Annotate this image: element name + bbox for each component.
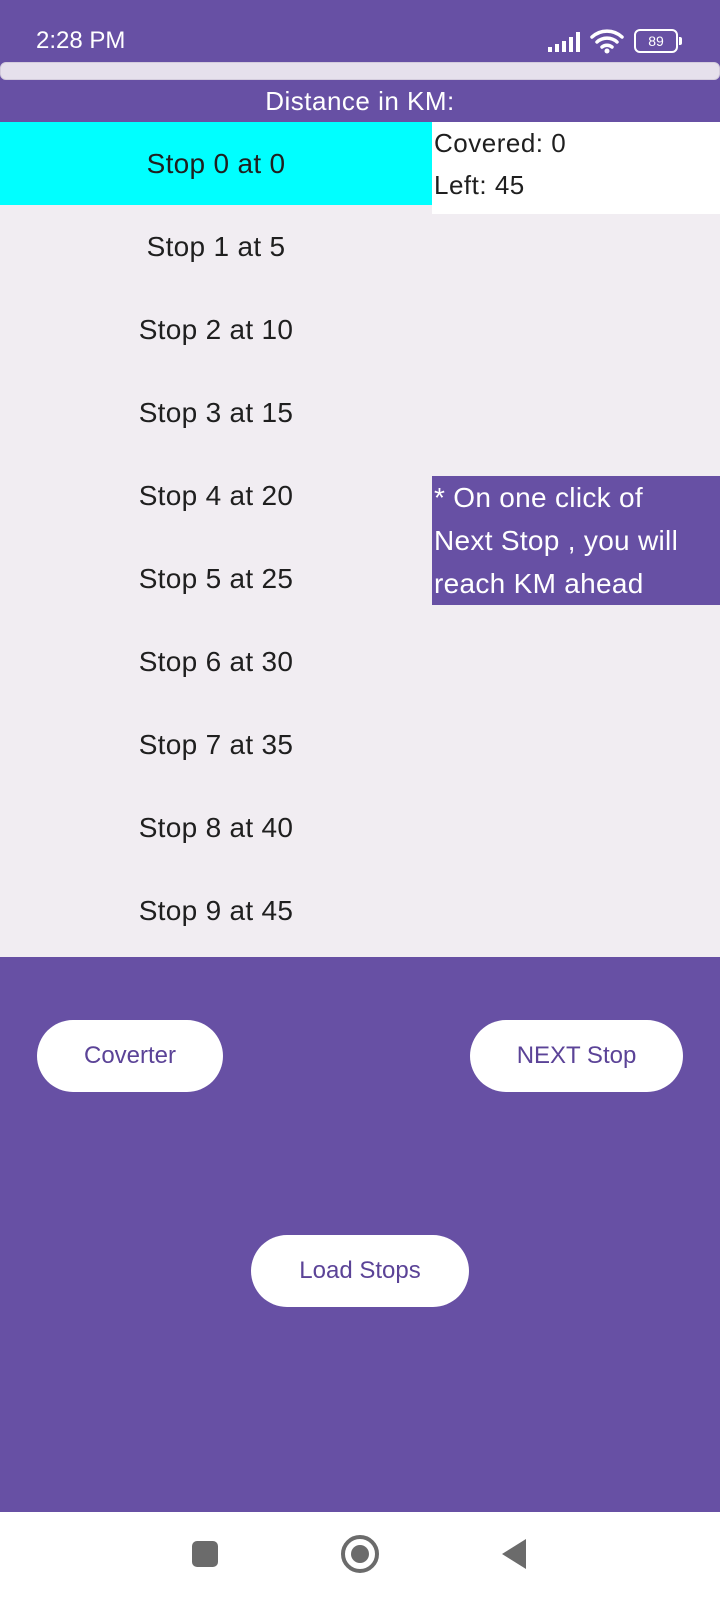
stop-item[interactable]: Stop 8 at 40: [0, 786, 432, 869]
status-icons: 89: [548, 28, 682, 54]
hint-line: reach KM ahead: [434, 568, 644, 599]
next-stop-button[interactable]: NEXT Stop: [470, 1020, 683, 1092]
distance-progress: Covered: 0 Left: 45: [432, 122, 720, 214]
back-icon[interactable]: [502, 1539, 526, 1569]
top-input-bar[interactable]: [0, 62, 720, 80]
stop-list: Stop 0 at 0 Stop 1 at 5 Stop 2 at 10 Sto…: [0, 122, 432, 952]
hint-line: Next Stop , you will: [434, 525, 679, 556]
converter-button[interactable]: Coverter: [37, 1020, 223, 1092]
covered-distance: Covered: 0: [434, 128, 567, 158]
next-stop-hint: * On one click of Next Stop , you will r…: [432, 476, 720, 605]
stop-item[interactable]: Stop 7 at 35: [0, 703, 432, 786]
stop-item[interactable]: Stop 4 at 20: [0, 454, 432, 537]
status-bar: 2:28 PM 89: [0, 0, 720, 62]
remaining-distance: Left: 45: [434, 170, 525, 200]
app-screen: 2:28 PM 89 Distance in KM: Stop 0 at 0 S…: [0, 0, 720, 1600]
stop-item[interactable]: Stop 2 at 10: [0, 288, 432, 371]
wifi-icon: [590, 29, 624, 54]
home-icon[interactable]: [341, 1535, 379, 1573]
stops-panel: Stop 0 at 0 Stop 1 at 5 Stop 2 at 10 Sto…: [0, 122, 720, 957]
load-stops-button[interactable]: Load Stops: [251, 1235, 469, 1307]
stop-item[interactable]: Stop 6 at 30: [0, 620, 432, 703]
hint-line: * On one click of: [434, 482, 643, 513]
stop-item[interactable]: Stop 0 at 0: [0, 122, 432, 205]
stop-item[interactable]: Stop 1 at 5: [0, 205, 432, 288]
navigation-bar: [0, 1512, 720, 1600]
stop-item[interactable]: Stop 5 at 25: [0, 537, 432, 620]
signal-icon: [548, 30, 580, 52]
status-time: 2:28 PM: [36, 27, 126, 54]
stop-item[interactable]: Stop 3 at 15: [0, 371, 432, 454]
stop-item[interactable]: Stop 9 at 45: [0, 869, 432, 952]
recent-apps-icon[interactable]: [192, 1541, 218, 1567]
battery-icon: 89: [634, 29, 682, 53]
distance-title: Distance in KM:: [265, 86, 455, 116]
